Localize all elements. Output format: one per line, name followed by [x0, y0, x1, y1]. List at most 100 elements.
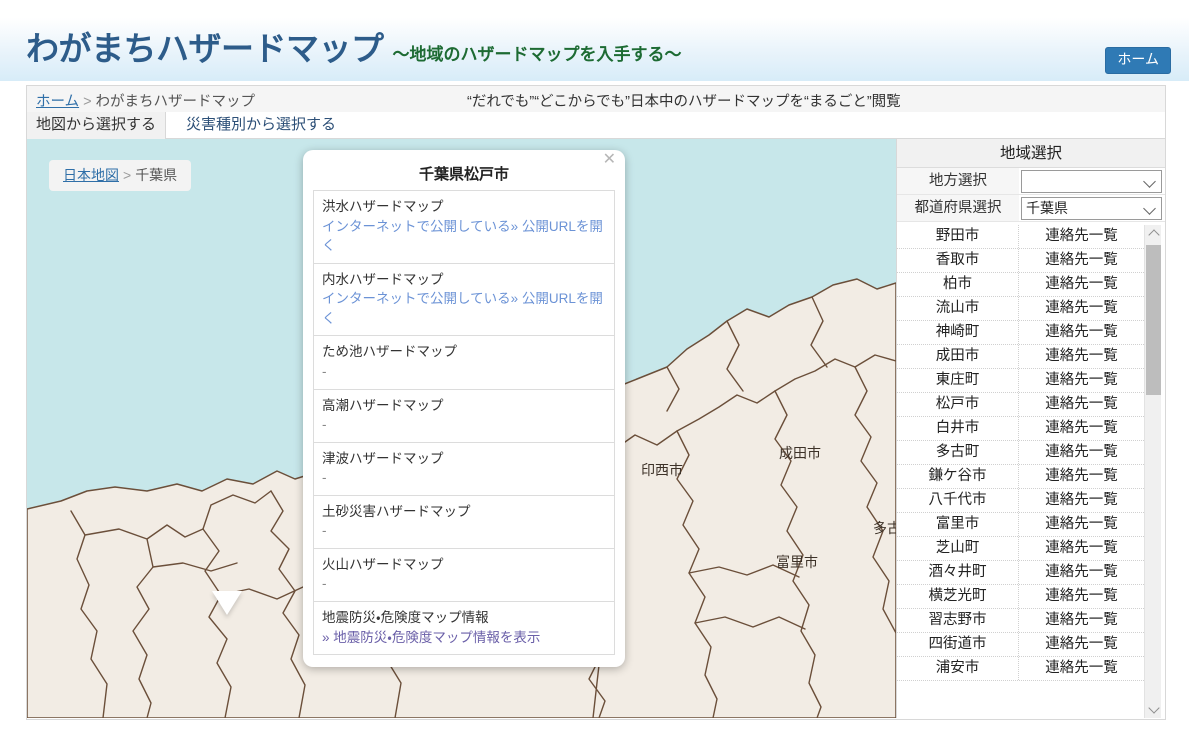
city-name[interactable]: 横芝光町 — [897, 585, 1019, 608]
hazard-map-item-link[interactable]: インターネットで公開している» 公開URLを開く — [322, 289, 606, 328]
hazard-map-item-name: 津波ハザードマップ — [322, 449, 606, 469]
contact-list-link[interactable]: 連絡先一覧 — [1019, 585, 1144, 608]
city-name[interactable]: 神崎町 — [897, 321, 1019, 344]
hazard-map-item[interactable]: 内水ハザードマップインターネットで公開している» 公開URLを開く — [314, 264, 614, 337]
city-name[interactable]: 流山市 — [897, 297, 1019, 320]
region-selection-title: 地域選択 — [897, 139, 1165, 168]
hazard-map-item[interactable]: 洪水ハザードマップインターネットで公開している» 公開URLを開く — [314, 191, 614, 264]
city-row[interactable]: 習志野市連絡先一覧 — [897, 609, 1144, 633]
contact-list-link[interactable]: 連絡先一覧 — [1019, 657, 1144, 680]
hazard-map-item-link[interactable]: » 地震防災・危険度マップ情報を表示 — [322, 628, 606, 648]
city-row[interactable]: 成田市連絡先一覧 — [897, 345, 1144, 369]
prefecture-select[interactable]: 千葉県 — [1021, 197, 1162, 220]
map-city-label[interactable]: 印西市 — [641, 460, 683, 480]
city-list-container: 野田市連絡先一覧香取市連絡先一覧柏市連絡先一覧流山市連絡先一覧神崎町連絡先一覧成… — [897, 225, 1165, 718]
city-row[interactable]: 富里市連絡先一覧 — [897, 513, 1144, 537]
city-row[interactable]: 鎌ケ谷市連絡先一覧 — [897, 465, 1144, 489]
city-name[interactable]: 芝山町 — [897, 537, 1019, 560]
region-select-label: 地方選択 — [897, 168, 1019, 194]
contact-list-link[interactable]: 連絡先一覧 — [1019, 609, 1144, 632]
city-row[interactable]: 神崎町連絡先一覧 — [897, 321, 1144, 345]
city-name[interactable]: 鎌ケ谷市 — [897, 465, 1019, 488]
city-row[interactable]: 柏市連絡先一覧 — [897, 273, 1144, 297]
close-icon[interactable]: ✕ — [603, 152, 616, 168]
tab-select-from-disaster-type[interactable]: 災害種別から選択する — [177, 112, 345, 139]
prefecture-select-label: 都道府県選択 — [897, 195, 1019, 221]
city-name[interactable]: 白井市 — [897, 417, 1019, 440]
chevron-down-icon — [1144, 175, 1157, 188]
contact-list-link[interactable]: 連絡先一覧 — [1019, 249, 1144, 272]
breadcrumb-home-link[interactable]: ホーム — [36, 94, 79, 110]
hazard-map-item-name: 土砂災害ハザードマップ — [322, 502, 606, 522]
breadcrumb-separator: > — [83, 94, 91, 110]
city-name[interactable]: 成田市 — [897, 345, 1019, 368]
scrollbar-thumb[interactable] — [1146, 245, 1161, 395]
city-row[interactable]: 八千代市連絡先一覧 — [897, 489, 1144, 513]
map-panel[interactable]: 日本地図>千葉県 松戸市船橋市印西市成田市富里市多古 ✕ 千葉県松戸市 洪水ハザ… — [27, 139, 896, 718]
city-name[interactable]: 四街道市 — [897, 633, 1019, 656]
city-name[interactable]: 野田市 — [897, 225, 1019, 248]
hazard-map-item[interactable]: ため池ハザードマップ- — [314, 336, 614, 389]
contact-list-link[interactable]: 連絡先一覧 — [1019, 561, 1144, 584]
city-name[interactable]: 酒々井町 — [897, 561, 1019, 584]
city-name[interactable]: 習志野市 — [897, 609, 1019, 632]
contact-list-link[interactable]: 連絡先一覧 — [1019, 225, 1144, 248]
scroll-up-arrow-icon[interactable] — [1145, 225, 1162, 242]
city-name[interactable]: 松戸市 — [897, 393, 1019, 416]
hazard-map-item[interactable]: 土砂災害ハザードマップ- — [314, 496, 614, 549]
city-row[interactable]: 浦安市連絡先一覧 — [897, 657, 1144, 681]
city-row[interactable]: 野田市連絡先一覧 — [897, 225, 1144, 249]
contact-list-link[interactable]: 連絡先一覧 — [1019, 345, 1144, 368]
city-name[interactable]: 浦安市 — [897, 657, 1019, 680]
map-breadcrumb-japan-link[interactable]: 日本地図 — [63, 167, 119, 183]
home-button[interactable]: ホーム — [1105, 47, 1171, 74]
city-row[interactable]: 四街道市連絡先一覧 — [897, 633, 1144, 657]
contact-list-link[interactable]: 連絡先一覧 — [1019, 633, 1144, 656]
hazard-map-item-name: ため池ハザードマップ — [322, 342, 606, 362]
city-name[interactable]: 柏市 — [897, 273, 1019, 296]
hazard-map-item[interactable]: 火山ハザードマップ- — [314, 549, 614, 602]
hazard-map-item[interactable]: 津波ハザードマップ- — [314, 443, 614, 496]
city-row[interactable]: 芝山町連絡先一覧 — [897, 537, 1144, 561]
contact-list-link[interactable]: 連絡先一覧 — [1019, 369, 1144, 392]
region-select[interactable] — [1021, 170, 1162, 193]
map-city-label[interactable]: 成田市 — [779, 443, 821, 463]
map-city-label[interactable]: 多古 — [873, 518, 896, 538]
city-name[interactable]: 東庄町 — [897, 369, 1019, 392]
hazard-map-popup: ✕ 千葉県松戸市 洪水ハザードマップインターネットで公開している» 公開URLを… — [303, 150, 625, 667]
city-row[interactable]: 酒々井町連絡先一覧 — [897, 561, 1144, 585]
region-selector-row: 地方選択 — [897, 168, 1165, 195]
city-name[interactable]: 八千代市 — [897, 489, 1019, 512]
city-name[interactable]: 香取市 — [897, 249, 1019, 272]
contact-list-link[interactable]: 連絡先一覧 — [1019, 297, 1144, 320]
contact-list-link[interactable]: 連絡先一覧 — [1019, 489, 1144, 512]
city-list-scrollbar[interactable] — [1144, 225, 1161, 718]
hazard-map-item-name: 洪水ハザードマップ — [322, 197, 606, 217]
contact-list-link[interactable]: 連絡先一覧 — [1019, 513, 1144, 536]
tab-select-from-map[interactable]: 地図から選択する — [27, 112, 166, 139]
city-row[interactable]: 東庄町連絡先一覧 — [897, 369, 1144, 393]
city-row[interactable]: 横芝光町連絡先一覧 — [897, 585, 1144, 609]
contact-list-link[interactable]: 連絡先一覧 — [1019, 393, 1144, 416]
hazard-map-item[interactable]: 高潮ハザードマップ- — [314, 390, 614, 443]
city-row[interactable]: 流山市連絡先一覧 — [897, 297, 1144, 321]
contact-list-link[interactable]: 連絡先一覧 — [1019, 465, 1144, 488]
hazard-map-item[interactable]: 地震防災・危険度マップ情報» 地震防災・危険度マップ情報を表示 — [314, 602, 614, 655]
contact-list-link[interactable]: 連絡先一覧 — [1019, 537, 1144, 560]
city-name[interactable]: 富里市 — [897, 513, 1019, 536]
breadcrumb: ホーム>わがまちハザードマップ — [36, 90, 255, 111]
map-city-label[interactable]: 富里市 — [776, 552, 818, 572]
city-row[interactable]: 多古町連絡先一覧 — [897, 441, 1144, 465]
city-row[interactable]: 香取市連絡先一覧 — [897, 249, 1144, 273]
contact-list-link[interactable]: 連絡先一覧 — [1019, 321, 1144, 344]
contact-list-link[interactable]: 連絡先一覧 — [1019, 441, 1144, 464]
hazard-map-item-status: - — [322, 468, 606, 488]
city-name[interactable]: 多古町 — [897, 441, 1019, 464]
city-row[interactable]: 白井市連絡先一覧 — [897, 417, 1144, 441]
contact-list-link[interactable]: 連絡先一覧 — [1019, 417, 1144, 440]
hazard-map-item-name: 地震防災・危険度マップ情報 — [322, 608, 606, 628]
scroll-down-arrow-icon[interactable] — [1145, 701, 1162, 718]
hazard-map-item-link[interactable]: インターネットで公開している» 公開URLを開く — [322, 217, 606, 256]
city-row[interactable]: 松戸市連絡先一覧 — [897, 393, 1144, 417]
contact-list-link[interactable]: 連絡先一覧 — [1019, 273, 1144, 296]
